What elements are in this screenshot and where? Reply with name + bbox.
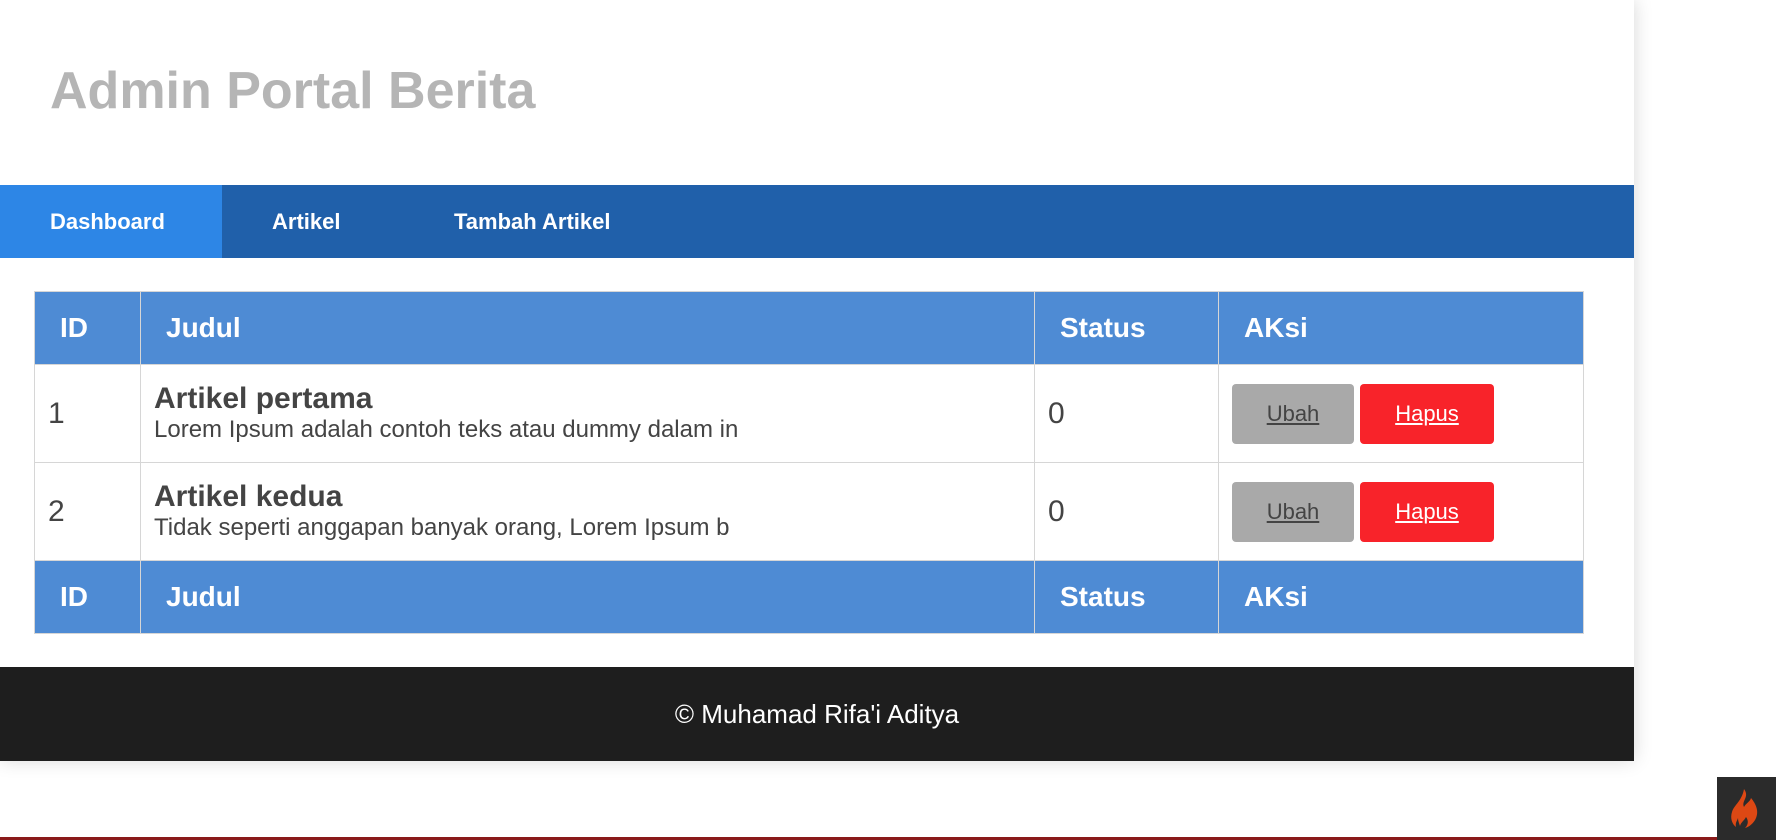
edit-button[interactable]: Ubah [1232, 481, 1354, 542]
copyright-text: © Muhamad Rifa'i Aditya [674, 699, 960, 729]
debug-toolbar-toggle[interactable] [1717, 777, 1776, 840]
column-footer-id: ID [34, 560, 141, 634]
article-title: Artikel kedua [154, 479, 343, 513]
site-footer: © Muhamad Rifa'i Aditya [0, 667, 1634, 761]
column-header-id: ID [34, 291, 141, 365]
column-footer-aksi: AKsi [1218, 560, 1584, 634]
column-header-status: Status [1034, 291, 1219, 365]
delete-button[interactable]: Hapus [1360, 481, 1494, 542]
article-table: ID Judul Status AKsi 1 Artikel pertama L… [34, 291, 1584, 634]
cell-id: 1 [34, 364, 141, 463]
column-footer-judul: Judul [140, 560, 1035, 634]
main-content: ID Judul Status AKsi 1 Artikel pertama L… [0, 258, 1634, 667]
article-excerpt: Lorem Ipsum adalah contoh teks atau dumm… [154, 415, 739, 443]
cell-judul: Artikel pertama Lorem Ipsum adalah conto… [140, 364, 1035, 463]
table-row: 1 Artikel pertama Lorem Ipsum adalah con… [34, 364, 1584, 463]
cell-status: 0 [1034, 364, 1219, 463]
page-container: Admin Portal Berita Dashboard Artikel Ta… [0, 0, 1634, 761]
cell-aksi: Ubah Hapus [1218, 462, 1584, 561]
site-header: Admin Portal Berita [0, 0, 1634, 185]
column-header-aksi: AKsi [1218, 291, 1584, 365]
cell-aksi: Ubah Hapus [1218, 364, 1584, 463]
edit-button[interactable]: Ubah [1232, 383, 1354, 444]
article-title: Artikel pertama [154, 381, 373, 415]
table-row: 2 Artikel kedua Tidak seperti anggapan b… [34, 462, 1584, 561]
table-header-row: ID Judul Status AKsi [34, 291, 1584, 365]
nav-item-tambah-artikel[interactable]: Tambah Artikel [404, 185, 660, 258]
cell-id: 2 [34, 462, 141, 561]
page-title: Admin Portal Berita [50, 62, 536, 120]
cell-judul: Artikel kedua Tidak seperti anggapan ban… [140, 462, 1035, 561]
delete-button[interactable]: Hapus [1360, 383, 1494, 444]
column-footer-status: Status [1034, 560, 1219, 634]
codeigniter-flame-icon [1731, 789, 1758, 828]
main-nav: Dashboard Artikel Tambah Artikel [0, 185, 1634, 258]
article-excerpt: Tidak seperti anggapan banyak orang, Lor… [154, 513, 730, 541]
cell-status: 0 [1034, 462, 1219, 561]
table-footer-row: ID Judul Status AKsi [34, 560, 1584, 634]
nav-item-artikel[interactable]: Artikel [222, 185, 404, 258]
nav-item-dashboard[interactable]: Dashboard [0, 185, 222, 258]
column-header-judul: Judul [140, 291, 1035, 365]
